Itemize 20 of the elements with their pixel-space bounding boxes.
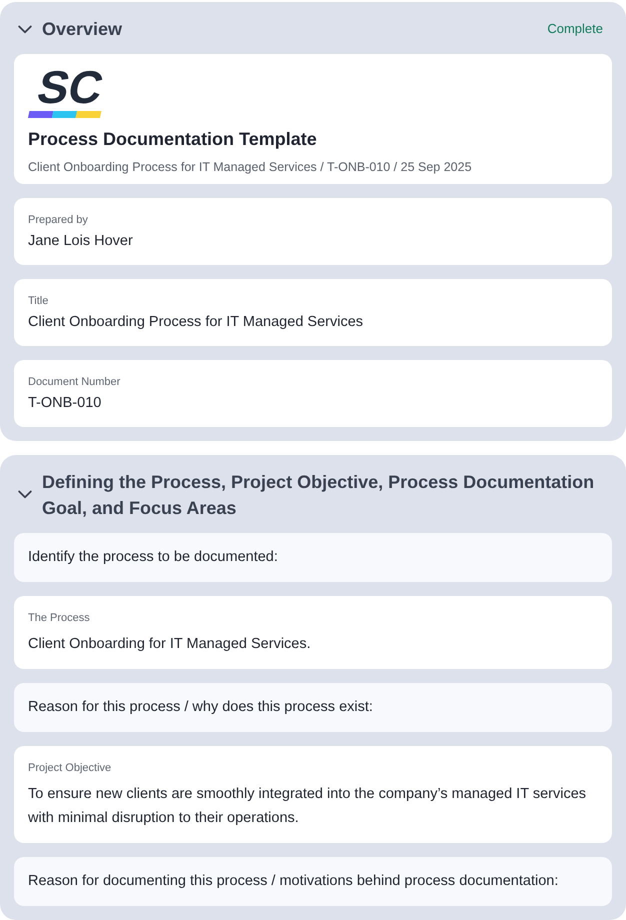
answer-label: Project Objective: [28, 760, 112, 776]
question-prompt: Reason for documenting this process / motivations behind process documentation:: [14, 856, 612, 906]
section-title[interactable]: Defining the Process, Project Objective, Process Documentation Goal, and Focus Areas: [42, 468, 603, 521]
document-title: Process Documentation Template: [28, 128, 318, 151]
field-label: Title: [28, 294, 50, 309]
document-subtitle: Client Onboarding Process for IT Managed Services / T-ONB-010 / 25 Sep 2025: [28, 158, 473, 176]
chevron-icon[interactable]: [18, 24, 32, 34]
chevron-icon[interactable]: [18, 490, 32, 500]
field-value: T-ONB-010: [28, 394, 102, 413]
section-title[interactable]: Overview: [42, 16, 538, 42]
field-value: Client Onboarding Process for IT Managed Services: [28, 312, 364, 332]
field-label: Prepared by: [28, 212, 89, 228]
status-label: Complete: [547, 20, 603, 38]
answer-text: To ensure new clients are smoothly integrated into the company’s managed IT services with minimal disruption to their operations.: [28, 784, 588, 828]
question-prompt: Identify the process to be documented:: [14, 532, 612, 582]
answer-text: Client Onboarding for IT Managed Services.: [28, 634, 312, 654]
field-value: Jane Lois Hover: [28, 232, 134, 251]
field-label: Document Number: [28, 374, 122, 390]
answer-label: The Process: [28, 610, 91, 626]
question-prompt: Reason for this process / why does this process exist:: [14, 682, 612, 732]
